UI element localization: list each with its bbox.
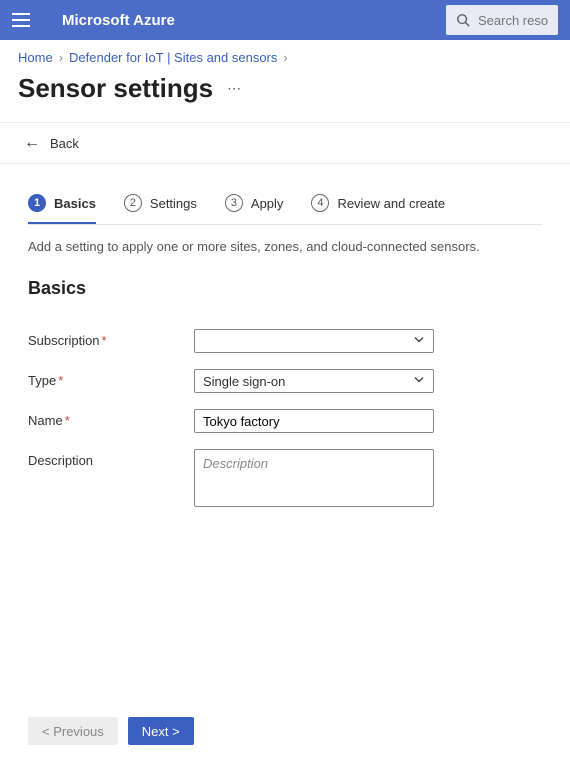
- arrow-left-icon: ←: [24, 135, 40, 151]
- step-number: 2: [124, 194, 142, 212]
- step-apply[interactable]: 3 Apply: [225, 194, 284, 224]
- type-value: Single sign-on: [203, 374, 285, 389]
- next-button[interactable]: Next >: [128, 717, 194, 745]
- chevron-right-icon: ›: [59, 50, 63, 65]
- label-type: Type*: [28, 369, 194, 388]
- chevron-down-icon: [413, 374, 425, 389]
- brand-label: Microsoft Azure: [62, 12, 175, 29]
- breadcrumb: Home › Defender for IoT | Sites and sens…: [0, 40, 570, 69]
- step-label: Apply: [251, 196, 284, 211]
- search-input[interactable]: [478, 13, 548, 28]
- breadcrumb-item-home[interactable]: Home: [18, 50, 53, 65]
- hamburger-icon[interactable]: [12, 13, 30, 27]
- back-button[interactable]: ← Back: [0, 122, 570, 164]
- step-basics[interactable]: 1 Basics: [28, 194, 96, 224]
- breadcrumb-item-defender[interactable]: Defender for IoT | Sites and sensors: [69, 50, 277, 65]
- type-select[interactable]: Single sign-on: [194, 369, 434, 393]
- step-review[interactable]: 4 Review and create: [311, 194, 445, 224]
- step-label: Review and create: [337, 196, 445, 211]
- label-name: Name*: [28, 409, 194, 428]
- step-label: Settings: [150, 196, 197, 211]
- form-basics: Subscription* Type* Single sign-on: [0, 307, 570, 532]
- subscription-select[interactable]: [194, 329, 434, 353]
- step-label: Basics: [54, 196, 96, 211]
- title-bar: Sensor settings ⋯: [0, 69, 570, 122]
- wizard-steps: 1 Basics 2 Settings 3 Apply 4 Review and…: [0, 164, 570, 224]
- step-number: 1: [28, 194, 46, 212]
- topbar: Microsoft Azure: [0, 0, 570, 40]
- step-number: 3: [225, 194, 243, 212]
- chevron-right-icon: ›: [283, 50, 287, 65]
- search-icon: [456, 13, 470, 27]
- wizard-footer: < Previous Next >: [0, 703, 570, 763]
- step-settings[interactable]: 2 Settings: [124, 194, 197, 224]
- page-title: Sensor settings: [18, 73, 213, 104]
- more-actions-icon[interactable]: ⋯: [227, 80, 243, 97]
- global-search[interactable]: [446, 5, 558, 35]
- back-label: Back: [50, 136, 79, 151]
- label-description: Description: [28, 449, 194, 468]
- previous-button[interactable]: < Previous: [28, 717, 118, 745]
- label-subscription: Subscription*: [28, 329, 194, 348]
- section-title: Basics: [0, 254, 570, 307]
- help-text: Add a setting to apply one or more sites…: [0, 225, 570, 254]
- chevron-down-icon: [413, 334, 425, 349]
- name-input[interactable]: [194, 409, 434, 433]
- description-textarea[interactable]: [194, 449, 434, 507]
- step-number: 4: [311, 194, 329, 212]
